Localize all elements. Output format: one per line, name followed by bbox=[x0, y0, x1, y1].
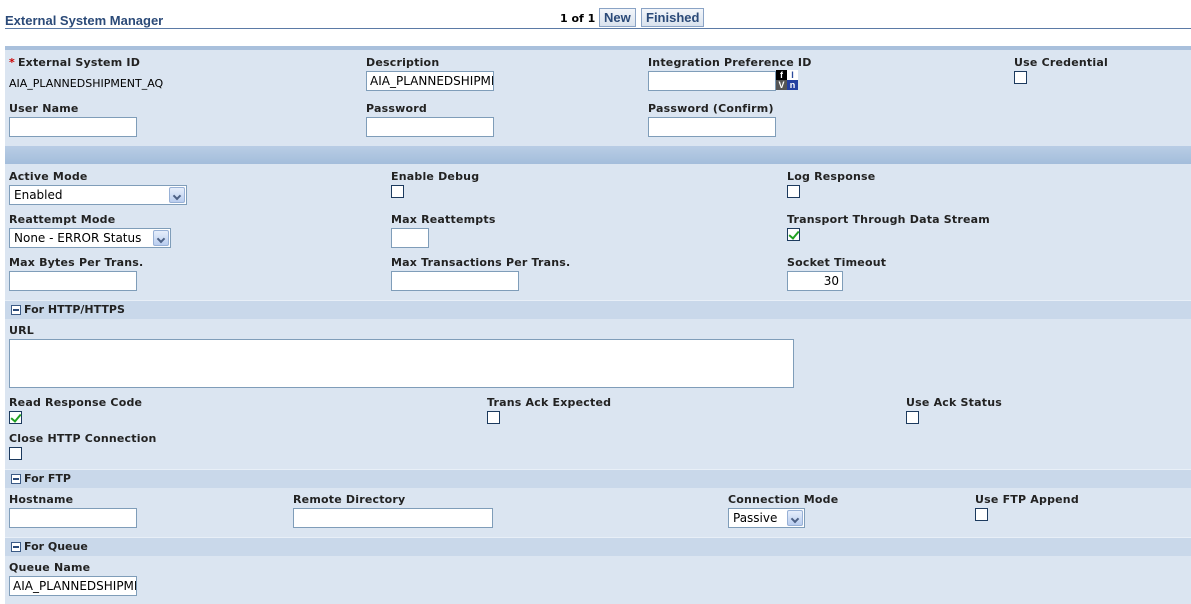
active-mode-select[interactable]: Enabled bbox=[9, 185, 187, 205]
new-button[interactable]: New bbox=[599, 8, 636, 27]
url-label: URL bbox=[9, 324, 35, 337]
max-bytes-label: Max Bytes Per Trans. bbox=[9, 256, 144, 269]
max-reattempts-label: Max Reattempts bbox=[391, 213, 496, 226]
use-ack-label: Use Ack Status bbox=[906, 396, 1002, 409]
queue-name-input[interactable]: AIA_PLANNEDSHIPMENT_AQ bbox=[9, 576, 137, 596]
trans-ack-label: Trans Ack Expected bbox=[487, 396, 612, 409]
connection-mode-select[interactable]: Passive bbox=[728, 508, 805, 528]
password-input[interactable] bbox=[366, 117, 494, 137]
record-pager: 1 of 1 bbox=[560, 12, 596, 25]
reattempt-mode-select[interactable]: None - ERROR Status bbox=[9, 228, 171, 248]
ftp-section-header[interactable]: For FTP bbox=[5, 469, 1191, 488]
chevron-down-icon[interactable] bbox=[787, 510, 803, 526]
max-reattempts-input[interactable] bbox=[391, 228, 429, 248]
log-response-checkbox[interactable] bbox=[787, 185, 800, 198]
password-label: Password bbox=[366, 102, 427, 115]
user-name-input[interactable] bbox=[9, 117, 137, 137]
page-title: External System Manager bbox=[5, 13, 164, 28]
queue-panel bbox=[5, 556, 1191, 604]
read-response-checkbox[interactable] bbox=[9, 411, 22, 424]
use-credential-checkbox[interactable] bbox=[1014, 71, 1027, 84]
finished-button[interactable]: Finished bbox=[641, 8, 705, 27]
log-response-label: Log Response bbox=[787, 170, 876, 183]
reattempt-mode-value: None - ERROR Status bbox=[14, 231, 142, 245]
trans-ack-checkbox[interactable] bbox=[487, 411, 500, 424]
active-mode-label: Active Mode bbox=[9, 170, 88, 183]
integration-pref-input[interactable] bbox=[648, 71, 776, 91]
collapse-minus-icon[interactable] bbox=[11, 542, 21, 552]
active-mode-value: Enabled bbox=[14, 188, 63, 202]
description-input[interactable]: AIA_PLANNEDSHIPMENT_AQ bbox=[366, 71, 494, 91]
queue-section-title: For Queue bbox=[24, 540, 88, 553]
max-trans-input[interactable] bbox=[391, 271, 519, 291]
password-confirm-label: Password (Confirm) bbox=[648, 102, 774, 115]
max-trans-label: Max Transactions Per Trans. bbox=[391, 256, 571, 269]
chevron-down-icon[interactable] bbox=[153, 230, 169, 246]
reattempt-mode-label: Reattempt Mode bbox=[9, 213, 116, 226]
queue-name-label: Queue Name bbox=[9, 561, 91, 574]
hostname-input[interactable] bbox=[9, 508, 137, 528]
connection-mode-value: Passive bbox=[733, 511, 778, 525]
title-divider bbox=[5, 28, 1191, 29]
collapse-minus-icon[interactable] bbox=[11, 305, 21, 315]
use-ftp-append-checkbox[interactable] bbox=[975, 508, 988, 521]
integration-pref-label: Integration Preference ID bbox=[648, 56, 812, 69]
close-http-label: Close HTTP Connection bbox=[9, 432, 157, 445]
section-separator bbox=[5, 146, 1191, 164]
socket-timeout-label: Socket Timeout bbox=[787, 256, 887, 269]
required-asterisk: * bbox=[9, 56, 15, 69]
use-ack-checkbox[interactable] bbox=[906, 411, 919, 424]
ftp-section-title: For FTP bbox=[24, 472, 71, 485]
remote-directory-label: Remote Directory bbox=[293, 493, 406, 506]
max-bytes-input[interactable] bbox=[9, 271, 137, 291]
user-name-label: User Name bbox=[9, 102, 79, 115]
remote-directory-input[interactable] bbox=[293, 508, 493, 528]
password-confirm-input[interactable] bbox=[648, 117, 776, 137]
chevron-down-icon[interactable] bbox=[169, 187, 185, 203]
transport-stream-checkbox[interactable] bbox=[787, 228, 800, 241]
http-section-title: For HTTP/HTTPS bbox=[24, 303, 125, 316]
http-section-header[interactable]: For HTTP/HTTPS bbox=[5, 300, 1191, 319]
use-ftp-append-label: Use FTP Append bbox=[975, 493, 1079, 506]
collapse-minus-icon[interactable] bbox=[11, 474, 21, 484]
external-system-id-label: * External System ID bbox=[9, 56, 141, 69]
enable-debug-checkbox[interactable] bbox=[391, 185, 404, 198]
connection-mode-label: Connection Mode bbox=[728, 493, 839, 506]
close-http-checkbox[interactable] bbox=[9, 447, 22, 460]
transport-stream-label: Transport Through Data Stream bbox=[787, 213, 990, 226]
description-label: Description bbox=[366, 56, 440, 69]
use-credential-label: Use Credential bbox=[1014, 56, 1108, 69]
hostname-label: Hostname bbox=[9, 493, 74, 506]
queue-section-header[interactable]: For Queue bbox=[5, 537, 1191, 556]
enable-debug-label: Enable Debug bbox=[391, 170, 480, 183]
external-system-id-value: AIA_PLANNEDSHIPMENT_AQ bbox=[9, 77, 164, 90]
socket-timeout-input[interactable]: 30 bbox=[787, 271, 843, 291]
flex-field-lookup-icon[interactable]: f I V n bbox=[776, 70, 800, 90]
read-response-label: Read Response Code bbox=[9, 396, 143, 409]
url-textarea[interactable] bbox=[9, 339, 794, 388]
